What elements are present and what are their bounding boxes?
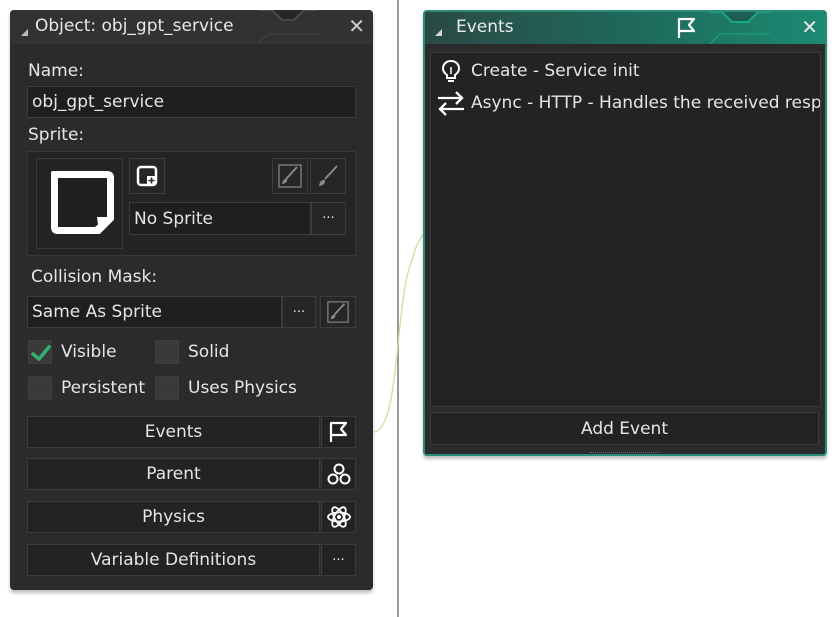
events-panel-title: Events xyxy=(456,17,514,37)
visible-label: Visible xyxy=(61,342,117,362)
flag-icon xyxy=(677,17,696,38)
panel-resize-handle[interactable] xyxy=(590,452,660,455)
uses-physics-checkbox[interactable] xyxy=(155,376,179,400)
events-icon-button[interactable] xyxy=(321,416,356,448)
persistent-label: Persistent xyxy=(61,378,146,398)
flag-icon xyxy=(329,421,347,442)
object-panel-title: Object: obj_gpt_service xyxy=(35,16,234,36)
variable-definitions-button[interactable]: Variable Definitions xyxy=(27,544,320,576)
solid-checkbox[interactable] xyxy=(155,340,179,364)
atom-icon xyxy=(326,506,351,528)
sprite-label: Sprite: xyxy=(28,125,85,145)
physics-button[interactable]: Physics xyxy=(27,501,320,533)
uses-physics-label: Uses Physics xyxy=(188,378,297,398)
object-panel-titlebar[interactable]: Object: obj_gpt_service ✕ xyxy=(10,10,373,44)
checkmark-icon xyxy=(31,345,51,361)
name-label: Name: xyxy=(28,61,84,81)
event-item-create[interactable]: Create - Service init xyxy=(431,55,820,87)
collapse-triangle-icon[interactable] xyxy=(435,29,442,36)
titlebar-tab-decoration xyxy=(710,12,770,44)
event-list: Create - Service init Async - HTTP - Han… xyxy=(430,52,821,407)
lightbulb-icon xyxy=(431,59,471,83)
events-panel: Events ✕ Create - Service init Async - H… xyxy=(423,10,827,456)
sprite-select[interactable]: No Sprite xyxy=(129,202,311,235)
workspace-divider xyxy=(397,0,399,617)
brush-edit-icon xyxy=(327,301,349,323)
add-event-button[interactable]: Add Event xyxy=(430,412,819,445)
collision-mask-select[interactable]: Same As Sprite xyxy=(27,296,282,328)
sprite-preview[interactable] xyxy=(36,158,123,249)
object-name-input[interactable]: obj_gpt_service xyxy=(27,86,356,118)
close-icon[interactable]: ✕ xyxy=(348,14,365,38)
visible-checkbox[interactable] xyxy=(28,340,52,364)
titlebar-tab-decoration xyxy=(258,10,318,44)
close-icon[interactable]: ✕ xyxy=(801,15,818,39)
physics-icon-button[interactable] xyxy=(321,501,356,533)
paint-sprite-button[interactable] xyxy=(310,158,346,194)
no-sprite-icon xyxy=(51,171,114,234)
sprite-browse-button[interactable]: ··· xyxy=(311,202,346,235)
new-sprite-button[interactable] xyxy=(129,158,165,194)
sprite-section: No Sprite ··· xyxy=(27,151,356,256)
persistent-checkbox[interactable] xyxy=(28,376,52,400)
new-sprite-icon xyxy=(136,165,158,187)
object-editor-panel: Object: obj_gpt_service ✕ Name: obj_gpt_… xyxy=(10,10,373,590)
variable-definitions-more-button[interactable]: ··· xyxy=(321,544,356,576)
collapse-triangle-icon[interactable] xyxy=(21,29,28,36)
event-label: Create - Service init xyxy=(471,61,640,81)
collision-browse-button[interactable]: ··· xyxy=(282,296,316,328)
collision-mask-label: Collision Mask: xyxy=(31,267,158,287)
hierarchy-icon xyxy=(327,463,350,485)
arrows-exchange-icon xyxy=(431,90,471,116)
events-button[interactable]: Events xyxy=(27,416,320,448)
brush-edit-icon xyxy=(278,164,302,188)
event-label: Async - HTTP - Handles the received resp… xyxy=(471,93,820,113)
parent-button[interactable]: Parent xyxy=(27,458,320,490)
events-panel-titlebar[interactable]: Events ✕ xyxy=(425,12,825,44)
edit-collision-mask-button[interactable] xyxy=(320,296,356,328)
event-item-async-http[interactable]: Async - HTTP - Handles the received resp… xyxy=(431,87,820,119)
paintbrush-icon xyxy=(319,165,338,186)
solid-label: Solid xyxy=(188,342,230,362)
parent-icon-button[interactable] xyxy=(321,458,356,490)
edit-sprite-button[interactable] xyxy=(272,158,308,194)
